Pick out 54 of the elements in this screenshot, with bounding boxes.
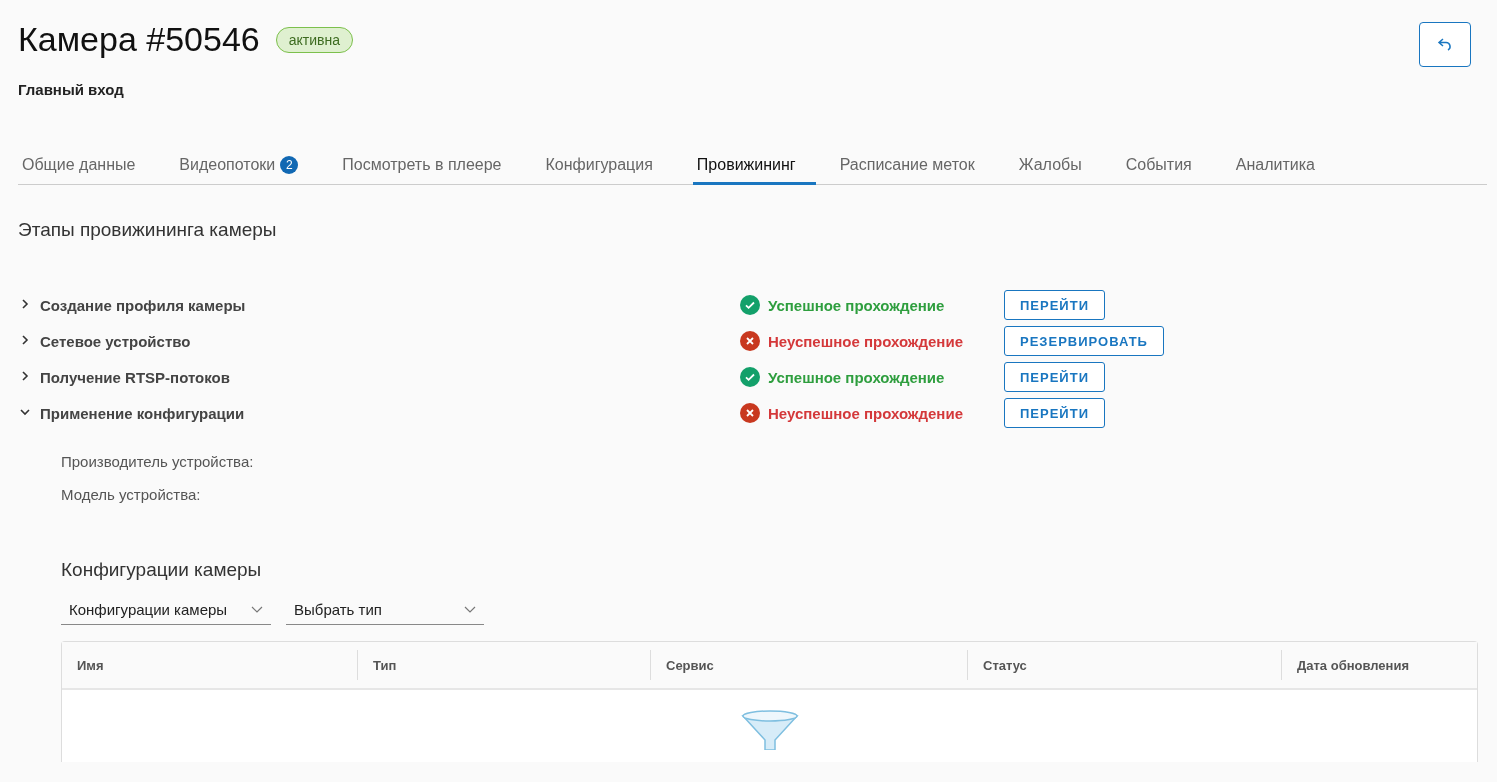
tab-label: Провижининг — [696, 156, 796, 174]
tab[interactable]: Видеопотоки 2 — [175, 156, 319, 185]
tab-label: Расписание меток — [839, 156, 975, 174]
section-title: Этапы провижининга камеры — [18, 219, 278, 241]
undo-arrow-icon — [1436, 35, 1454, 54]
action-button[interactable]: ПЕРЕЙТИ — [1004, 290, 1105, 320]
tab-label: Аналитика — [1235, 156, 1315, 174]
detail-label: Производитель устройства: — [61, 453, 255, 470]
count-badge: 2 — [280, 156, 299, 174]
tab[interactable]: Жалобы — [1014, 156, 1102, 185]
stage-status: Успешное прохождение — [768, 296, 945, 314]
tab[interactable]: Общие данные — [18, 156, 156, 185]
tab-label: Посмотреть в плеере — [342, 156, 502, 174]
caret-icon — [251, 605, 263, 614]
tab[interactable]: Расписание меток — [835, 156, 995, 185]
cross-circle-icon — [740, 403, 760, 423]
funnel-icon — [740, 710, 799, 750]
check-circle-icon — [740, 367, 760, 387]
cross-circle-icon — [740, 331, 760, 351]
stage-status: Неуспешное прохождение — [768, 404, 963, 422]
caret-icon — [464, 605, 476, 614]
stage-status: Успешное прохождение — [768, 368, 945, 386]
tab[interactable]: События — [1121, 156, 1212, 185]
subsection-title: Конфигурации камеры — [61, 559, 263, 581]
tab[interactable]: Провижининг — [692, 156, 816, 185]
tab-label: События — [1125, 156, 1192, 174]
tab-label: Общие данные — [22, 156, 136, 174]
column-header: Дата обновления — [1281, 650, 1477, 680]
action-button[interactable]: РЕЗЕРВИРОВАТЬ — [1004, 326, 1164, 356]
column-header: Сервис — [650, 650, 967, 680]
tab-label: Жалобы — [1018, 156, 1082, 174]
select-field[interactable]: Выбрать тип — [286, 595, 484, 625]
tab[interactable]: Аналитика — [1231, 156, 1335, 185]
tab-label: Видеопотоки — [179, 156, 276, 174]
tab[interactable]: Посмотреть в плеере — [338, 156, 522, 185]
stage-status: Неуспешное прохождение — [768, 332, 963, 350]
tab[interactable]: Конфигурация — [541, 156, 673, 185]
action-button[interactable]: ПЕРЕЙТИ — [1004, 362, 1105, 392]
column-header: Имя — [76, 656, 105, 675]
tab-label: Конфигурация — [545, 156, 653, 174]
action-button[interactable]: ПЕРЕЙТИ — [1004, 398, 1105, 428]
check-circle-icon — [740, 295, 760, 315]
back-button[interactable] — [1419, 22, 1471, 67]
camera-subtitle: Главный вход — [18, 81, 125, 98]
stage-name[interactable]: Получение RTSP-потоков — [40, 368, 230, 386]
column-header: Тип — [357, 650, 650, 680]
stage-name[interactable]: Создание профиля камеры — [40, 296, 246, 314]
detail-label: Модель устройства: — [61, 486, 202, 503]
stage-name[interactable]: Сетевое устройство — [40, 332, 191, 350]
page-title: Камера #50546 — [18, 20, 260, 59]
stage-name[interactable]: Применение конфигурации — [40, 404, 245, 422]
column-header: Статус — [967, 650, 1281, 680]
select-field[interactable]: Конфигурации камеры — [61, 595, 271, 625]
status-badge: активна — [275, 26, 353, 53]
